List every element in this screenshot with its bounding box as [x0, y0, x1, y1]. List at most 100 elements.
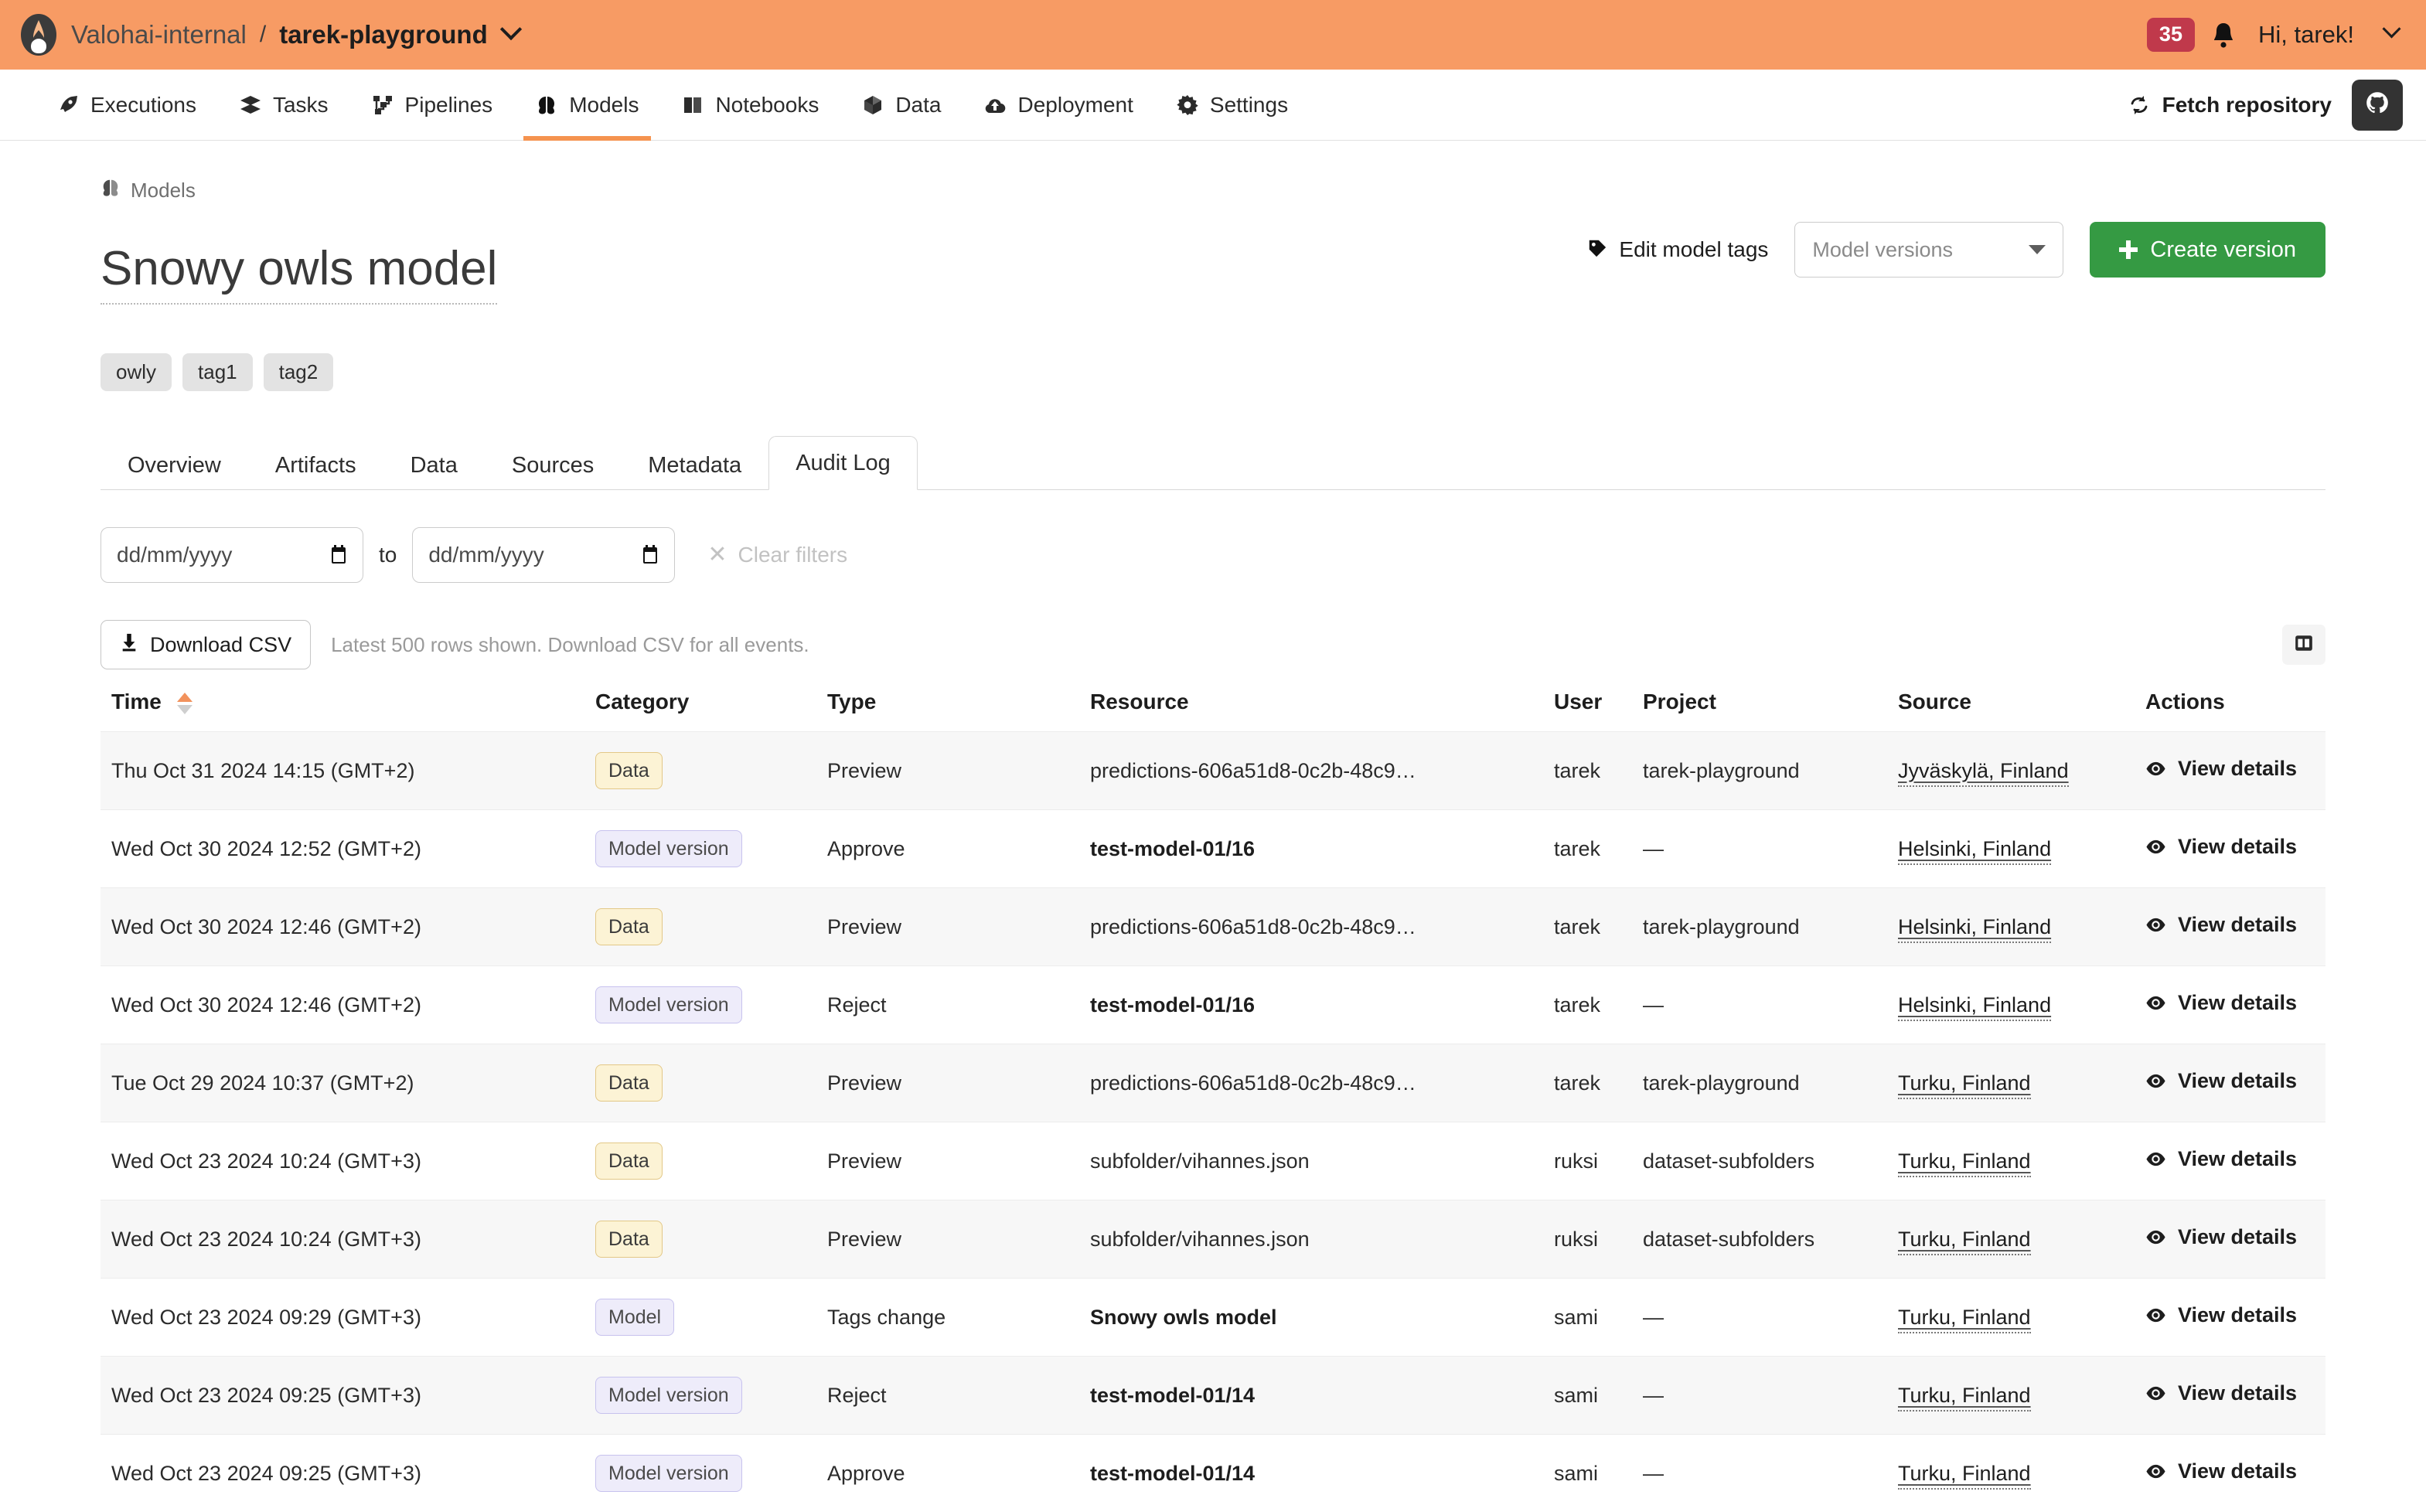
view-details-button[interactable]: View details [2145, 1381, 2297, 1405]
clear-filters-button[interactable]: ✕ Clear filters [707, 543, 847, 567]
source-location[interactable]: Helsinki, Finland [1898, 993, 2051, 1021]
view-details-button[interactable]: View details [2145, 1147, 2297, 1171]
column-settings-button[interactable] [2282, 625, 2325, 665]
cell-resource[interactable]: Snowy owls model [1090, 1279, 1554, 1357]
cell-resource[interactable]: test-model-01/16 [1090, 966, 1554, 1044]
create-version-button[interactable]: Create version [2090, 222, 2325, 278]
column-header-resource[interactable]: Resource [1090, 690, 1554, 732]
table-row[interactable]: Thu Oct 31 2024 14:15 (GMT+2)DataPreview… [101, 732, 2325, 810]
page-kicker-label[interactable]: Models [131, 179, 196, 203]
github-button[interactable] [2352, 80, 2403, 131]
cell-actions: View details [2145, 888, 2325, 966]
bell-icon[interactable] [2212, 22, 2235, 48]
column-header-source[interactable]: Source [1898, 690, 2145, 732]
column-header-user[interactable]: User [1554, 690, 1643, 732]
tab-overview[interactable]: Overview [101, 441, 248, 489]
eye-icon [2145, 914, 2166, 935]
source-location[interactable]: Helsinki, Finland [1898, 837, 2051, 865]
cell-source: Jyväskylä, Finland [1898, 732, 2145, 810]
layers-icon [240, 94, 261, 116]
page-title[interactable]: Snowy owls model [101, 240, 497, 305]
nav-item-settings[interactable]: Settings [1155, 70, 1310, 140]
nav-item-deployment[interactable]: Deployment [963, 70, 1154, 140]
view-details-button[interactable]: View details [2145, 835, 2297, 859]
calendar-icon[interactable] [642, 545, 659, 565]
cell-resource[interactable]: subfolder/vihannes.json [1090, 1200, 1554, 1279]
view-details-button[interactable]: View details [2145, 757, 2297, 781]
table-row[interactable]: Wed Oct 30 2024 12:52 (GMT+2)Model versi… [101, 810, 2325, 888]
user-menu-chevron-down-icon[interactable] [2382, 20, 2400, 39]
table-row[interactable]: Wed Oct 23 2024 09:25 (GMT+3)Model versi… [101, 1357, 2325, 1435]
date-to-input[interactable]: dd/mm/yyyy [412, 527, 675, 583]
source-location[interactable]: Helsinki, Finland [1898, 915, 2051, 943]
tab-sources[interactable]: Sources [485, 441, 621, 489]
source-location[interactable]: Turku, Finland [1898, 1071, 2031, 1099]
nav-item-pipelines[interactable]: Pipelines [350, 70, 515, 140]
nav-item-data[interactable]: Data [840, 70, 963, 140]
view-details-button[interactable]: View details [2145, 991, 2297, 1015]
edit-model-tags-button[interactable]: Edit model tags [1587, 237, 1768, 263]
breadcrumb-project[interactable]: tarek-playground [279, 20, 488, 49]
view-details-button[interactable]: View details [2145, 1459, 2297, 1483]
notification-count-badge[interactable]: 35 [2147, 18, 2195, 51]
tab-metadata[interactable]: Metadata [621, 441, 768, 489]
cell-resource[interactable]: test-model-01/16 [1090, 810, 1554, 888]
resource-label: subfolder/vihannes.json [1090, 1149, 1310, 1173]
cell-source: Helsinki, Finland [1898, 888, 2145, 966]
cell-category: Data [595, 1044, 827, 1122]
cell-resource[interactable]: subfolder/vihannes.json [1090, 1122, 1554, 1200]
nav-item-models[interactable]: Models [514, 70, 660, 140]
date-from-input[interactable]: dd/mm/yyyy [101, 527, 363, 583]
cell-resource[interactable]: test-model-01/14 [1090, 1357, 1554, 1435]
source-location[interactable]: Turku, Finland [1898, 1149, 2031, 1177]
breadcrumb-organization[interactable]: Valohai-internal [71, 20, 247, 49]
calendar-icon[interactable] [330, 545, 347, 565]
table-row[interactable]: Wed Oct 30 2024 12:46 (GMT+2)DataPreview… [101, 888, 2325, 966]
source-location[interactable]: Turku, Finland [1898, 1306, 2031, 1333]
table-row[interactable]: Wed Oct 23 2024 09:29 (GMT+3)ModelTags c… [101, 1279, 2325, 1357]
tab-audit-log[interactable]: Audit Log [768, 436, 918, 490]
nav-item-notebooks[interactable]: Notebooks [660, 70, 840, 140]
table-row[interactable]: Wed Oct 30 2024 12:46 (GMT+2)Model versi… [101, 966, 2325, 1044]
view-details-label: View details [2178, 1459, 2297, 1483]
table-row[interactable]: Wed Oct 23 2024 09:25 (GMT+3)Model versi… [101, 1435, 2325, 1512]
valohai-logo[interactable] [17, 13, 60, 56]
source-location[interactable]: Jyväskylä, Finland [1898, 759, 2069, 787]
tag-chip[interactable]: tag1 [182, 353, 253, 391]
cell-user: sami [1554, 1357, 1643, 1435]
model-versions-select[interactable]: Model versions [1794, 222, 2063, 278]
cell-user: tarek [1554, 888, 1643, 966]
column-header-type[interactable]: Type [827, 690, 1090, 732]
user-greeting[interactable]: Hi, tarek! [2258, 21, 2354, 49]
tag-chip[interactable]: tag2 [264, 353, 334, 391]
source-location[interactable]: Turku, Finland [1898, 1228, 2031, 1255]
table-row[interactable]: Tue Oct 29 2024 10:37 (GMT+2)DataPreview… [101, 1044, 2325, 1122]
source-location[interactable]: Turku, Finland [1898, 1384, 2031, 1412]
source-location[interactable]: Turku, Finland [1898, 1462, 2031, 1490]
column-header-time[interactable]: Time [101, 690, 595, 732]
eye-icon [2145, 1461, 2166, 1482]
cell-resource[interactable]: predictions-606a51d8-0c2b-48c9… [1090, 732, 1554, 810]
tab-artifacts[interactable]: Artifacts [248, 441, 383, 489]
cell-project: — [1643, 966, 1898, 1044]
sort-toggle-time[interactable] [177, 693, 193, 714]
column-header-label: Time [111, 690, 162, 713]
cell-resource[interactable]: test-model-01/14 [1090, 1435, 1554, 1512]
chevron-down-icon[interactable] [500, 19, 522, 40]
nav-item-tasks[interactable]: Tasks [218, 70, 350, 140]
table-row[interactable]: Wed Oct 23 2024 10:24 (GMT+3)DataPreview… [101, 1122, 2325, 1200]
tab-data[interactable]: Data [383, 441, 485, 489]
cube-icon [862, 94, 884, 116]
view-details-button[interactable]: View details [2145, 913, 2297, 937]
cell-resource[interactable]: predictions-606a51d8-0c2b-48c9… [1090, 1044, 1554, 1122]
view-details-button[interactable]: View details [2145, 1069, 2297, 1093]
cell-resource[interactable]: predictions-606a51d8-0c2b-48c9… [1090, 888, 1554, 966]
tag-chip[interactable]: owly [101, 353, 172, 391]
download-csv-button[interactable]: Download CSV [101, 620, 311, 669]
nav-item-executions[interactable]: Executions [36, 70, 218, 140]
column-header-category[interactable]: Category [595, 690, 827, 732]
view-details-button[interactable]: View details [2145, 1303, 2297, 1327]
fetch-repository-button[interactable]: Fetch repository [2128, 93, 2332, 117]
column-header-project[interactable]: Project [1643, 690, 1898, 732]
table-row[interactable]: Wed Oct 23 2024 10:24 (GMT+3)DataPreview… [101, 1200, 2325, 1279]
